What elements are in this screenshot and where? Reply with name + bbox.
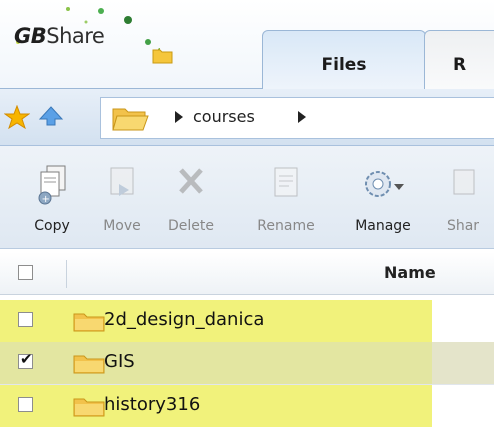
row-checkbox[interactable]: ✔ [18,350,33,369]
select-all-checkbox[interactable] [18,265,33,280]
row-highlight [0,342,432,384]
delete-button[interactable]: Delete [160,164,222,244]
row-checkbox[interactable] [18,397,33,412]
row-name[interactable]: GIS [104,351,135,372]
tab-files[interactable]: Files [262,30,426,89]
checkmark-icon: ✔ [20,350,33,368]
rename-icon [274,167,298,197]
folder-icon [73,355,105,374]
row-name[interactable]: history316 [104,394,200,415]
folder-icon [73,398,105,417]
row-highlight [0,385,432,427]
up-arrow-icon[interactable] [38,105,64,127]
delete-icon [179,168,203,194]
app-logo[interactable]: GBShare [14,24,105,48]
logo-folder-icon [152,49,173,64]
copy-button[interactable]: + Copy [22,164,82,244]
folder-icon [73,313,105,332]
tab-next[interactable]: R [424,30,494,89]
breadcrumb-bar: courses [0,89,494,146]
table-header: Name [0,252,494,295]
column-divider [66,260,67,288]
gear-icon [365,171,404,197]
table-row[interactable]: history316 [0,385,494,427]
row-name[interactable]: 2d_design_danica [104,309,264,330]
app-header: GBShare Files R [0,0,494,89]
table-row[interactable]: ✔ GIS [0,342,494,384]
column-header-name[interactable]: Name [384,263,436,282]
breadcrumb-courses[interactable]: courses [193,107,255,126]
move-icon [110,167,134,196]
open-folder-icon [112,108,149,131]
copy-icon: + [38,165,66,205]
favorites-star-icon[interactable] [4,105,30,129]
svg-text:+: + [42,194,50,205]
share-icon [453,169,475,195]
breadcrumb: courses [100,97,494,139]
manage-button[interactable]: Manage [342,164,424,244]
toolbar: + Copy Move Delete Rename Manage Shar [0,146,494,249]
breadcrumb-separator-icon [175,111,183,123]
move-button[interactable]: Move [92,164,152,244]
breadcrumb-separator-icon[interactable] [298,111,306,123]
row-checkbox[interactable] [18,312,33,327]
share-button[interactable]: Shar [432,164,494,244]
rename-button[interactable]: Rename [246,164,326,244]
table-row[interactable]: 2d_design_danica [0,300,494,342]
